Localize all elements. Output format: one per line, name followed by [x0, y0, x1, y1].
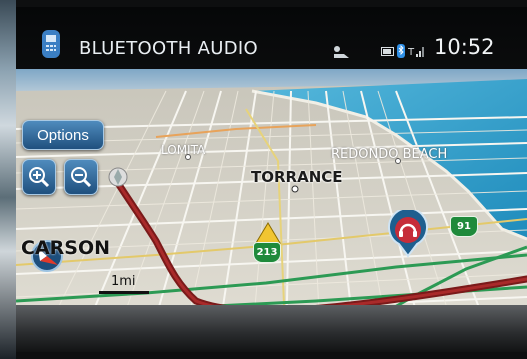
bluetooth-icon [397, 44, 405, 58]
place-label-redondo-beach: REDONDO BEACH [331, 147, 448, 162]
phone-icon [42, 30, 60, 58]
signal-icon: T [408, 47, 424, 58]
zoom-out-icon [71, 167, 92, 188]
zoom-out-button[interactable] [64, 159, 98, 195]
battery-icon [381, 47, 394, 56]
map-scale-label: 1mi [111, 274, 136, 289]
svg-text:T: T [408, 47, 415, 58]
head-unit-screen: BLUETOOTH AUDIO T 10:52 Options LOMITA R… [16, 7, 527, 352]
poi-marker-icon[interactable] [387, 210, 429, 258]
place-label-lomita: LOMITA [161, 143, 206, 157]
dashboard-bezel [16, 305, 527, 352]
status-bar: BLUETOOTH AUDIO T 10:52 [16, 7, 527, 69]
map-scale-bar [99, 291, 149, 294]
navigation-map[interactable]: Options LOMITA REDONDO BEACH TORRANCE CA… [16, 69, 527, 352]
passenger-icon [334, 46, 349, 58]
route-shield: 213 [253, 242, 281, 263]
page-title: BLUETOOTH AUDIO [79, 38, 258, 59]
clock: 10:52 [434, 35, 495, 59]
left-bezel [0, 0, 16, 359]
route-shield: 91 [450, 216, 478, 237]
zoom-in-button[interactable] [22, 159, 56, 195]
place-label-torrance: TORRANCE [251, 168, 343, 186]
place-label-carson: CARSON [21, 237, 111, 259]
options-button[interactable]: Options [22, 120, 104, 150]
zoom-in-icon [29, 167, 50, 188]
